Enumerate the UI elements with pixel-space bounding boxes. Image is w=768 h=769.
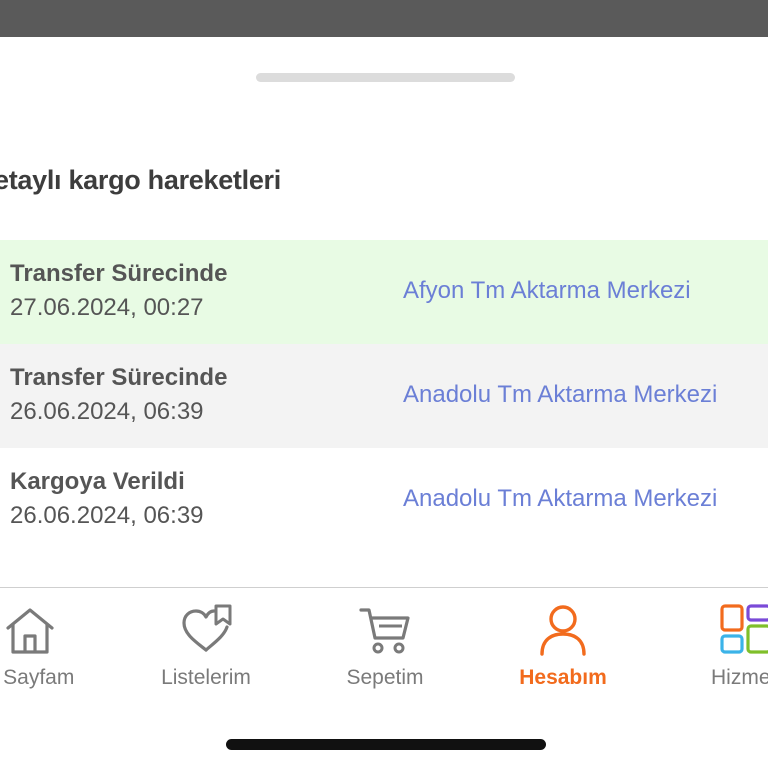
movement-row: Transfer Sürecinde 26.06.2024, 06:39 Ana… (0, 344, 768, 448)
movement-date: 26.06.2024, 06:39 (10, 502, 204, 529)
tab-home[interactable]: a Sayfam (0, 588, 90, 698)
movement-status: Transfer Sürecinde (10, 364, 228, 391)
movement-location-link[interactable]: Anadolu Tm Aktarma Merkezi (403, 381, 717, 409)
sheet-title: etaylı kargo hareketleri (0, 165, 281, 195)
movement-location-link[interactable]: Afyon Tm Aktarma Merkezi (403, 277, 691, 305)
tab-services[interactable]: Hizmetl (686, 588, 768, 698)
movement-location-link[interactable]: Anadolu Tm Aktarma Merkezi (403, 485, 717, 513)
tab-lists[interactable]: Listelerim (146, 588, 266, 698)
home-indicator[interactable] (226, 739, 546, 750)
user-icon (540, 605, 586, 656)
tab-cart[interactable]: Sepetim (325, 588, 445, 698)
tab-cart-label: Sepetim (346, 666, 424, 689)
tab-account[interactable]: Hesabım (503, 588, 623, 698)
movement-row: Kargoya Verildi 26.06.2024, 06:39 Anadol… (0, 448, 768, 552)
grid-services-icon (720, 604, 768, 654)
tab-services-label: Hizmetl (710, 666, 768, 689)
movement-date: 27.06.2024, 00:27 (10, 294, 204, 321)
movement-status: Transfer Sürecinde (10, 260, 228, 287)
movement-row: Transfer Sürecinde 27.06.2024, 00:27 Afy… (0, 240, 768, 344)
tab-home-label: a Sayfam (0, 666, 75, 689)
heart-bookmark-icon (182, 604, 232, 652)
dimmed-background (0, 0, 768, 37)
movement-list: Transfer Sürecinde 27.06.2024, 00:27 Afy… (0, 240, 768, 552)
cart-icon (359, 608, 410, 654)
movement-status: Kargoya Verildi (10, 468, 185, 495)
movement-date: 26.06.2024, 06:39 (10, 398, 204, 425)
sheet-grabber-handle[interactable] (256, 73, 515, 82)
tab-account-label: Hesabım (519, 666, 607, 689)
home-icon (6, 608, 54, 654)
tab-lists-label: Listelerim (161, 666, 251, 689)
